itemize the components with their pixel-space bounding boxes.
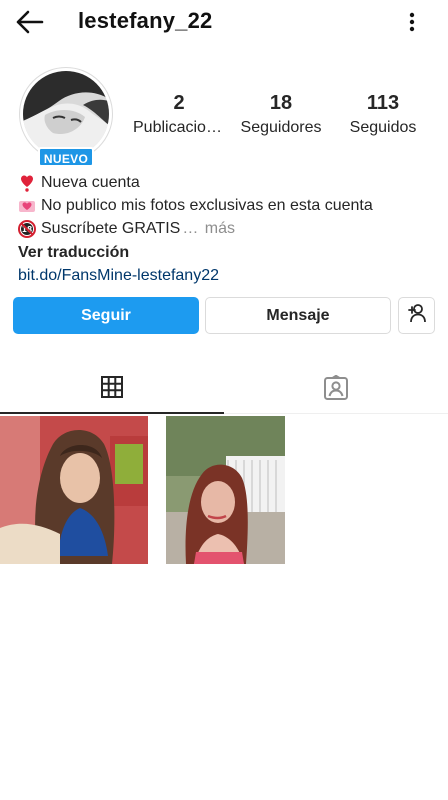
stat-posts[interactable]: 2 Publicaciones (133, 91, 225, 137)
posts-count: 2 (173, 92, 185, 114)
tab-tagged[interactable] (224, 366, 448, 414)
top-bar: lestefany_22 (0, 0, 448, 44)
bio-text: No publico mis fotos exclusivas en esta … (41, 197, 373, 214)
bio-line: No publico mis fotos exclusivas en esta … (18, 194, 438, 217)
bio-more-link[interactable]: más (205, 217, 235, 240)
bio-text: Suscríbete GRATIS (41, 220, 181, 237)
more-vertical-icon[interactable] (400, 9, 424, 35)
following-label: Seguidos (349, 119, 417, 136)
bio-text: Nueva cuenta (41, 174, 140, 191)
profile-bio: Nueva cuenta No publico mis fotos exclus… (18, 171, 438, 287)
following-count: 113 (366, 92, 400, 114)
follow-button[interactable]: Seguir (13, 297, 199, 334)
add-user-icon (406, 302, 428, 329)
post-thumbnail[interactable] (0, 416, 148, 564)
tab-posts-grid[interactable] (0, 366, 224, 414)
see-translation-link[interactable]: Ver traducción (18, 241, 438, 264)
bio-line: 18 Suscríbete GRATIS… más (18, 217, 438, 240)
message-button[interactable]: Mensaje (205, 297, 391, 334)
followers-count: 18 (269, 92, 293, 114)
tagged-person-icon (323, 374, 349, 406)
suggest-users-button[interactable] (398, 297, 435, 334)
heart-ribbon-icon (18, 197, 36, 215)
posts-label: Publicaciones (133, 119, 225, 136)
arrow-left-icon[interactable] (14, 9, 46, 35)
new-account-badge: NUEVO (38, 147, 94, 167)
bio-external-link[interactable]: bit.do/FansMine-lestefany22 (18, 264, 438, 287)
avatar-photo (23, 71, 109, 157)
followers-label: Seguidores (240, 119, 322, 136)
post-thumbnail[interactable] (166, 416, 285, 564)
no-under-18-icon: 18 (18, 219, 36, 238)
stat-followers[interactable]: 18 Seguidores (236, 91, 326, 137)
stat-following[interactable]: 113 Seguidos (344, 91, 422, 137)
grid-icon (100, 375, 124, 404)
profile-tabs (0, 366, 448, 414)
bio-line: Nueva cuenta (18, 171, 438, 194)
profile-username: lestefany_22 (78, 8, 213, 33)
bio-ellipsis: … (182, 220, 199, 237)
heart-exclamation-icon (18, 174, 36, 192)
